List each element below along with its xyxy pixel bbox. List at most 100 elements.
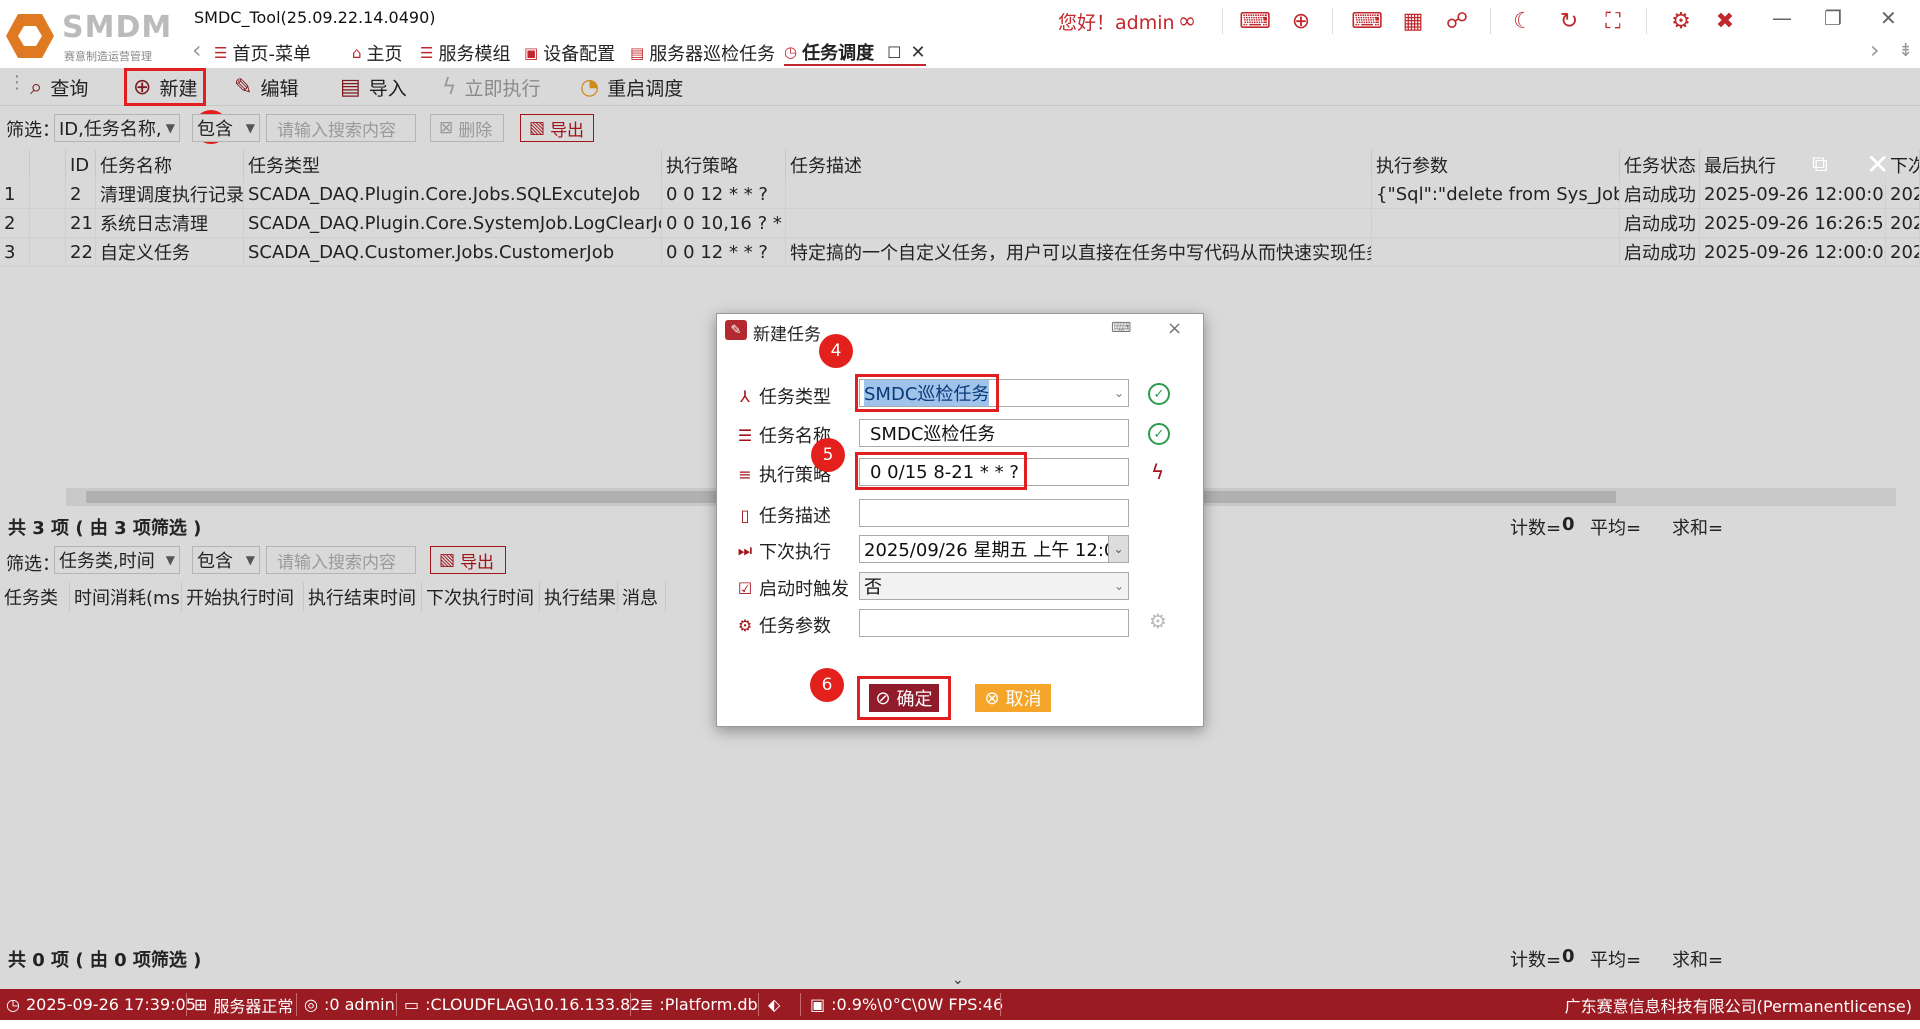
tabs-scroll-left-icon[interactable]: ‹: [192, 36, 202, 64]
edit-button[interactable]: ✎ 编辑: [234, 72, 298, 102]
close-overlay-icon[interactable]: ✕: [1866, 148, 1889, 181]
cell-next-run[interactable]: 202: [1886, 209, 1920, 238]
cell-id[interactable]: 2: [66, 180, 96, 209]
filter-op-select[interactable]: 包含 ▼: [192, 114, 260, 142]
task-desc-input[interactable]: [859, 499, 1129, 527]
tabs-dropdown-icon[interactable]: ⇟: [1898, 40, 1913, 61]
col-header-end-time[interactable]: 执行结束时间: [304, 582, 422, 612]
gear-icon[interactable]: ⚙: [1666, 6, 1696, 36]
calculator-icon[interactable]: ▦: [1398, 6, 1428, 36]
calendar-dropdown-icon[interactable]: ⌄: [1108, 536, 1128, 562]
tools-icon[interactable]: ✖: [1710, 6, 1740, 36]
refresh-icon[interactable]: ↻: [1554, 6, 1584, 36]
tab-task-scheduling[interactable]: ◷ 任务调度 ☐ ✕: [784, 40, 926, 66]
cell-status[interactable]: 启动成功: [1620, 209, 1700, 238]
col-header-next-run[interactable]: 下次: [1886, 150, 1920, 180]
moon-icon[interactable]: ☾: [1508, 6, 1538, 36]
col-header-last-run[interactable]: 最后执行: [1700, 150, 1886, 180]
fullscreen-icon[interactable]: ⛶: [1598, 6, 1628, 36]
col-header-next-time[interactable]: 下次执行时间: [422, 582, 540, 612]
col-header-result[interactable]: 执行结果: [540, 582, 618, 612]
cell-id[interactable]: 22: [66, 238, 96, 267]
col-header-name[interactable]: 任务名称: [96, 150, 244, 180]
close-dialog-icon[interactable]: ×: [1167, 318, 1182, 339]
link-icon[interactable]: ∞: [1172, 6, 1202, 36]
cell-cron[interactable]: 0 0 12 * * ?: [662, 180, 786, 209]
keyboard-icon[interactable]: ⌨: [1111, 320, 1131, 336]
row-selector[interactable]: [30, 180, 66, 209]
col-header-params[interactable]: 执行参数: [1372, 150, 1620, 180]
cell-params[interactable]: [1372, 209, 1620, 238]
col-header-type[interactable]: 任务类型: [244, 150, 662, 180]
expand-panel-icon[interactable]: ⌄: [952, 972, 964, 988]
cell-type[interactable]: SCADA_DAQ.Plugin.Core.Jobs.SQLExcuteJob: [244, 180, 662, 209]
lightning-icon[interactable]: ϟ: [1151, 460, 1164, 484]
network-icon[interactable]: ☍: [1442, 6, 1472, 36]
restore-icon[interactable]: ❐: [1824, 6, 1842, 30]
cell-desc[interactable]: [786, 209, 1372, 238]
trigger-on-start-select[interactable]: 否 ⌄: [859, 572, 1129, 600]
cell-desc[interactable]: [786, 180, 1372, 209]
cell-name[interactable]: 清理调度执行记录: [96, 180, 244, 209]
col-header-start-time[interactable]: 开始执行时间: [182, 582, 304, 612]
search-input[interactable]: 请输入搜索内容: [266, 546, 416, 574]
tag-icon[interactable]: ⬖: [768, 989, 780, 1020]
tab-server-inspection[interactable]: ▤ 服务器巡检任务: [630, 40, 775, 66]
cancel-button[interactable]: ⊗ 取消: [975, 684, 1051, 712]
cell-desc[interactable]: 特定搞的一个自定义任务，用户可以直接在任务中写代码从而快速实现任务: [786, 238, 1372, 267]
task-name-input[interactable]: SMDC巡检任务: [859, 419, 1129, 447]
col-header-id[interactable]: ID: [66, 150, 96, 180]
row-selector[interactable]: [30, 209, 66, 238]
cell-cron[interactable]: 0 0 12 * * ?: [662, 238, 786, 267]
terminal-icon[interactable]: ⌨: [1239, 6, 1271, 36]
screenshot-icon[interactable]: ⧉: [1812, 152, 1828, 177]
tabs-scroll-right-icon[interactable]: ›: [1870, 36, 1880, 64]
globe-icon[interactable]: ⊕: [1286, 6, 1316, 36]
row-selector[interactable]: [30, 238, 66, 267]
close-tab-icon[interactable]: ✕: [910, 42, 925, 63]
export-button[interactable]: ▧ 导出: [430, 546, 506, 574]
export-button[interactable]: ▧ 导出: [520, 114, 594, 142]
new-button[interactable]: ⊕ 新建: [124, 68, 207, 106]
cell-next-run[interactable]: 202: [1886, 180, 1920, 209]
minimize-icon[interactable]: —: [1772, 6, 1792, 30]
col-header-duration[interactable]: 时间消耗(ms): [70, 582, 182, 612]
task-params-input[interactable]: [859, 609, 1129, 637]
cell-name[interactable]: 自定义任务: [96, 238, 244, 267]
maximize-tab-icon[interactable]: ☐: [887, 43, 901, 62]
cell-params[interactable]: {"Sql":"delete from Sys_JobS: [1372, 180, 1620, 209]
cell-status[interactable]: 启动成功: [1620, 238, 1700, 267]
run-now-button[interactable]: ϟ 立即执行: [442, 72, 541, 102]
confirm-button[interactable]: ⊘ 确定: [869, 684, 939, 712]
filter-op-select[interactable]: 包含 ▼: [192, 546, 260, 574]
cell-next-run[interactable]: 202: [1886, 238, 1920, 267]
cell-status[interactable]: 启动成功: [1620, 180, 1700, 209]
cell-cron[interactable]: 0 0 10,16 ? * *: [662, 209, 786, 238]
params-settings-icon[interactable]: ⚙: [1149, 609, 1167, 633]
cell-last-run[interactable]: 2025-09-26 12:00:00: [1700, 180, 1886, 209]
cell-name[interactable]: 系统日志清理: [96, 209, 244, 238]
cell-last-run[interactable]: 2025-09-26 16:26:51: [1700, 209, 1886, 238]
cell-type[interactable]: SCADA_DAQ.Plugin.Core.SystemJob.LogClear…: [244, 209, 662, 238]
cell-id[interactable]: 21: [66, 209, 96, 238]
cell-type[interactable]: SCADA_DAQ.Customer.Jobs.CustomerJob: [244, 238, 662, 267]
cell-params[interactable]: [1372, 238, 1620, 267]
import-button[interactable]: ▤ 导入: [340, 72, 407, 102]
filter-field-select[interactable]: 任务类,时间 ▼: [54, 546, 180, 574]
col-header-cron[interactable]: 执行策略: [662, 150, 786, 180]
tab-home[interactable]: ⌂ 主页: [352, 40, 403, 66]
next-run-datetime[interactable]: 2025/09/26 星期五 上午 12:00 ⌄: [859, 535, 1129, 563]
cell-last-run[interactable]: 2025-09-26 12:00:00: [1700, 238, 1886, 267]
col-header-status[interactable]: 任务状态: [1620, 150, 1700, 180]
tab-home-menu[interactable]: ☰ 首页-菜单: [214, 40, 311, 66]
filter-field-select[interactable]: ID,任务名称, ▼: [54, 114, 180, 142]
tab-service-modules[interactable]: ☰ 服务模组: [420, 40, 510, 66]
col-header-task-class[interactable]: 任务类: [0, 582, 70, 612]
query-button[interactable]: ⌕ 查询: [30, 72, 88, 102]
col-header-message[interactable]: 消息: [618, 582, 666, 612]
tab-device-config[interactable]: ▣ 设备配置: [524, 40, 615, 66]
restart-scheduler-button[interactable]: ◔ 重启调度: [580, 72, 683, 102]
delete-filter-button[interactable]: ⊠ 删除: [430, 114, 504, 142]
col-header-desc[interactable]: 任务描述: [786, 150, 1372, 180]
close-window-icon[interactable]: ✕: [1880, 6, 1897, 30]
